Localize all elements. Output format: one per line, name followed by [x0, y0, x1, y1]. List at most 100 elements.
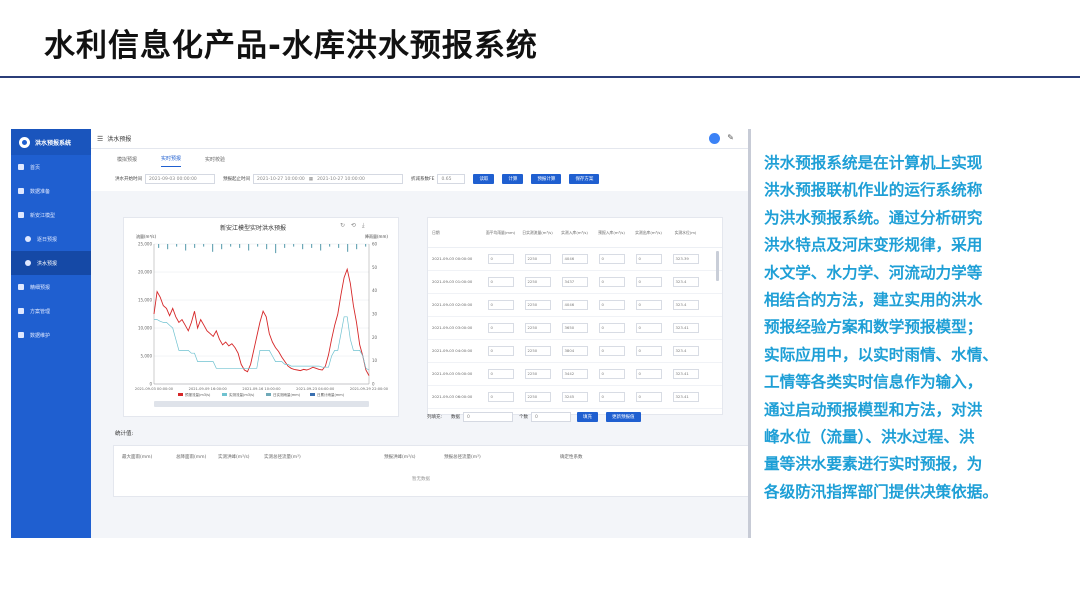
- table-cell-input[interactable]: 0: [487, 346, 514, 356]
- table-cell: 2250: [519, 300, 556, 310]
- period-label: 预报起止时间: [223, 177, 250, 182]
- app-brand[interactable]: 洪水预报系统: [11, 129, 91, 155]
- table-cell-input[interactable]: 3650: [561, 323, 588, 333]
- table-cell-input[interactable]: 0: [598, 346, 625, 356]
- sidebar-item[interactable]: 新安江模型: [11, 203, 91, 227]
- sidebar-item[interactable]: 数据维护: [11, 323, 91, 347]
- menu-item-icon: [18, 212, 24, 218]
- table-cell-input[interactable]: 2250: [524, 346, 551, 356]
- table-cell-input[interactable]: 0: [487, 277, 514, 287]
- table-cell-input[interactable]: 0: [635, 277, 662, 287]
- table-cell-input[interactable]: 0: [598, 392, 625, 402]
- forecast-chart: 新安江模型实时洪水预报 ↻ ⟲ ⤓ 0 5,000 10,000 15,000 20,0…: [123, 217, 399, 417]
- app-screenshot: 洪水预报系统 首页数据准备新安江模型 逐日预报 洪水预报 精细预报 方案管理 数据维护 ☰…: [11, 129, 751, 538]
- menu-fold-icon[interactable]: ☰: [97, 135, 103, 143]
- sidebar-item[interactable]: 首页: [11, 155, 91, 179]
- y-tick-label: 10,000: [138, 326, 152, 331]
- table-cell-input[interactable]: 3804: [561, 346, 588, 356]
- y2-axis-label: 降雨量(mm): [365, 233, 388, 239]
- table-cell-input[interactable]: 3437: [561, 277, 588, 287]
- filter-button[interactable]: 读取: [473, 174, 495, 184]
- table-cell-input[interactable]: 0: [487, 254, 514, 264]
- table-cell: 2250: [519, 277, 556, 287]
- sidebar-item[interactable]: 方案管理: [11, 299, 91, 323]
- table-cell-input[interactable]: 0: [635, 346, 662, 356]
- filter-button[interactable]: 保存方案: [569, 174, 600, 184]
- table-cell-input[interactable]: 323.39: [672, 254, 699, 264]
- table-cell-time: 2021-09-03 06:00:00: [432, 394, 473, 399]
- table-cell-input[interactable]: 2250: [524, 392, 551, 402]
- table-cell-input[interactable]: 2250: [524, 254, 551, 264]
- rain-bar: [320, 244, 322, 251]
- table-cell: 4046: [556, 254, 593, 264]
- table-cell-input[interactable]: 0: [487, 369, 514, 379]
- table-cell: 323.39: [667, 254, 704, 264]
- table-cell-input[interactable]: 323.41: [672, 369, 699, 379]
- coef-input[interactable]: 0.65: [437, 174, 466, 184]
- fill-data-input[interactable]: 0: [463, 412, 514, 422]
- sidebar-item[interactable]: 逐日预报: [11, 227, 91, 251]
- table-cell-input[interactable]: 2250: [524, 300, 551, 310]
- table-cell-input[interactable]: 323.4: [672, 300, 699, 310]
- sidebar-item[interactable]: 洪水预报: [11, 251, 91, 275]
- description-line-7: 预报经验方案和数学预报模型；: [764, 318, 983, 337]
- table-cell-input[interactable]: 0: [487, 300, 514, 310]
- description-line-12: 量等洪水要素进行实时预报，为: [764, 455, 983, 474]
- table-cell-input[interactable]: 323.41: [672, 392, 699, 402]
- fill-count-label: 个数: [519, 415, 529, 420]
- update-forecast-button[interactable]: 更新预报值: [606, 412, 641, 422]
- tab-item[interactable]: 实时预报: [161, 155, 182, 167]
- table-cell-input[interactable]: 0: [635, 392, 662, 402]
- table-cell-input[interactable]: 2250: [524, 277, 551, 287]
- stats-column-header: 总降面雨(mm): [176, 455, 207, 460]
- filter-button[interactable]: 预报计算: [531, 174, 562, 184]
- tab-item[interactable]: 实时校验: [205, 156, 225, 167]
- edit-icon[interactable]: ✎: [727, 133, 734, 142]
- legend-swatch: [222, 393, 227, 396]
- tab-item[interactable]: 模拟预报: [117, 156, 137, 167]
- table-cell: 4046: [556, 300, 593, 310]
- table-cell: 0: [482, 254, 519, 264]
- menu-item-icon: [18, 164, 24, 170]
- table-cell: 0: [482, 300, 519, 310]
- avatar[interactable]: [709, 133, 720, 144]
- table-cell-input[interactable]: 4046: [561, 254, 588, 264]
- description-line-3: 为洪水预报系统。通过分析研究: [764, 208, 983, 227]
- filter-button[interactable]: 计算: [502, 174, 524, 184]
- table-cell-input[interactable]: 323.41: [672, 323, 699, 333]
- table-cell-input[interactable]: 0: [598, 369, 625, 379]
- table-cell-input[interactable]: 0: [635, 369, 662, 379]
- fill-button[interactable]: 填充: [577, 412, 599, 422]
- table-cell-input[interactable]: 0: [598, 323, 625, 333]
- sidebar-item[interactable]: 精细预报: [11, 275, 91, 299]
- table-cell-input[interactable]: 3245: [561, 392, 588, 402]
- table-cell-input[interactable]: 3442: [561, 369, 588, 379]
- sidebar-item-label: 数据准备: [30, 188, 51, 195]
- table-cell-input[interactable]: 0: [487, 323, 514, 333]
- y-tick-label: 0: [149, 382, 152, 387]
- table-cell-input[interactable]: 0: [635, 254, 662, 264]
- table-cell-input[interactable]: 0: [635, 323, 662, 333]
- table-cell-input[interactable]: 0: [635, 300, 662, 310]
- table-cell-input[interactable]: 323.4: [672, 277, 699, 287]
- period-range-input[interactable]: 2021-10-27 10:00:00 ▦ 2021-10-27 10:00:0…: [253, 174, 403, 184]
- start-time-input[interactable]: 2021-09-03 00:00:00: [145, 174, 215, 184]
- sidebar-item[interactable]: 数据准备: [11, 179, 91, 203]
- table-cell: 0: [593, 323, 630, 333]
- rain-bar: [185, 244, 187, 251]
- table-cell-input[interactable]: 0: [487, 392, 514, 402]
- table-cell-input[interactable]: 4046: [561, 300, 588, 310]
- table-cell-input[interactable]: 0: [598, 300, 625, 310]
- table-cell-input[interactable]: 2250: [524, 323, 551, 333]
- table-scrollbar[interactable]: [716, 251, 719, 281]
- table-cell-input[interactable]: 2250: [524, 369, 551, 379]
- table-header-cell: 实测出库(m³/s): [635, 229, 662, 235]
- table-header-cell: 日实测流量(m³/s): [522, 229, 553, 235]
- table-cell-input[interactable]: 0: [598, 277, 625, 287]
- table-cell-input[interactable]: 0: [598, 254, 625, 264]
- x-tick-label: 2021-09-09 16:00:00: [189, 387, 228, 391]
- table-cell-time: 2021-09-03 01:00:00: [432, 279, 473, 284]
- fill-count-input[interactable]: 0: [531, 412, 572, 422]
- chart-plot: 0 5,000 10,000 15,000 20,000 25,000 0 10 20 30 40 5…: [135, 233, 389, 407]
- table-cell-input[interactable]: 323.4: [672, 346, 699, 356]
